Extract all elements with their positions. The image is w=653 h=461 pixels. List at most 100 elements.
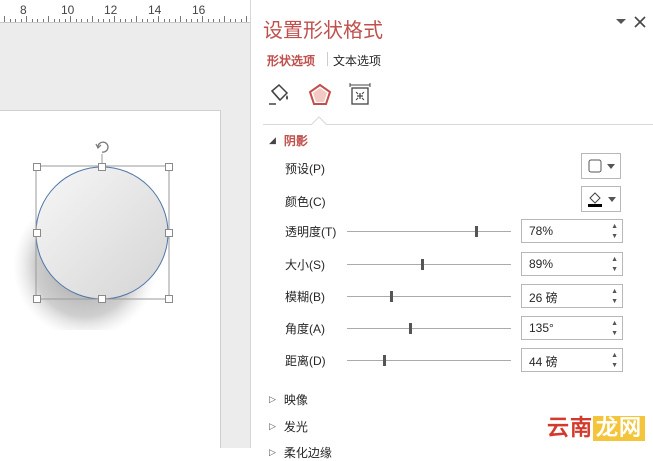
watermark-logo: 云南 龙网 xyxy=(547,410,645,442)
ruler-tick xyxy=(26,16,27,22)
ruler-number: 16 xyxy=(192,3,206,17)
pane-options-icon[interactable] xyxy=(615,18,627,26)
format-shape-pane: 设置形状格式 形状选项 文本选项 ◢ 阴影 预设(P) 颜色(C) 透明度(T)… xyxy=(250,0,653,460)
section-reflection-header[interactable]: ▷ 映像 xyxy=(269,391,308,408)
tab-shape-options[interactable]: 形状选项 xyxy=(267,52,315,69)
ruler-tick xyxy=(37,19,38,22)
slider-track[interactable] xyxy=(347,291,511,302)
ruler-tick xyxy=(158,16,159,22)
spin-down-icon[interactable]: ▼ xyxy=(611,298,618,305)
ruler-tick xyxy=(218,19,220,22)
ruler-tick xyxy=(31,19,33,22)
ruler-tick xyxy=(97,19,99,22)
slider-thumb[interactable] xyxy=(390,291,393,302)
spinbox-value[interactable]: 135° xyxy=(529,321,554,335)
size-properties-icon[interactable] xyxy=(346,80,374,110)
ruler-tick xyxy=(147,19,148,22)
resize-handle[interactable] xyxy=(165,229,173,237)
section-glow-label: 发光 xyxy=(283,420,308,434)
tab-divider xyxy=(327,52,328,66)
ruler-tick xyxy=(136,16,137,22)
slider-track[interactable] xyxy=(347,323,511,334)
spin-up-icon[interactable]: ▲ xyxy=(611,256,618,263)
slider-label: 模糊(B) xyxy=(285,290,325,304)
ruler-tick xyxy=(53,19,55,22)
section-soft-edges-label: 柔化边缘 xyxy=(283,446,332,460)
spin-up-icon[interactable]: ▲ xyxy=(611,223,618,230)
resize-handle[interactable] xyxy=(165,163,173,171)
watermark-text-2: 龙网 xyxy=(592,416,645,441)
spin-up-icon[interactable]: ▲ xyxy=(611,320,618,327)
spin-up-icon[interactable]: ▲ xyxy=(611,352,618,359)
spin-down-icon[interactable]: ▼ xyxy=(611,330,618,337)
ruler-tick xyxy=(169,19,170,22)
slider-label: 大小(S) xyxy=(285,258,325,272)
chevron-down-icon xyxy=(608,196,616,202)
ruler-tick xyxy=(125,19,126,22)
shadow-preset-dropdown[interactable] xyxy=(581,153,621,179)
spinbox-value[interactable]: 26 磅 xyxy=(529,289,558,306)
slider-track[interactable] xyxy=(347,355,511,366)
spinbox-value[interactable]: 89% xyxy=(529,257,553,271)
slider-track[interactable] xyxy=(347,226,511,237)
spin-down-icon[interactable]: ▼ xyxy=(611,233,618,240)
ruler-tick xyxy=(196,19,198,22)
slider-thumb[interactable] xyxy=(421,259,424,270)
ruler-tick xyxy=(207,19,209,22)
ruler-tick xyxy=(59,19,60,22)
ruler-tick xyxy=(180,16,181,22)
section-glow-header[interactable]: ▷ 发光 xyxy=(269,418,308,435)
slider-thumb[interactable] xyxy=(409,323,412,334)
value-spinbox[interactable]: 78% ▲ ▼ xyxy=(521,219,623,243)
collapsed-triangle-icon: ▷ xyxy=(269,394,276,404)
value-spinbox[interactable]: 89% ▲ ▼ xyxy=(521,252,623,276)
resize-handle[interactable] xyxy=(33,163,41,171)
value-spinbox[interactable]: 26 磅 ▲ ▼ xyxy=(521,284,623,308)
ruler-tick xyxy=(246,16,247,22)
ruler-tick xyxy=(15,19,16,22)
value-spinbox[interactable]: 44 磅 ▲ ▼ xyxy=(521,348,623,372)
ruler-tick xyxy=(48,16,49,22)
section-reflection-label: 映像 xyxy=(283,393,308,407)
resize-handle[interactable] xyxy=(98,295,106,303)
ruler-tick xyxy=(229,19,231,22)
ruler-tick xyxy=(9,19,11,22)
circle-shape[interactable] xyxy=(35,166,169,300)
spinbox-value[interactable]: 78% xyxy=(529,224,553,238)
horizontal-ruler: 8 10 12 14 16 xyxy=(0,0,250,23)
resize-handle[interactable] xyxy=(98,163,106,171)
expanded-triangle-icon: ◢ xyxy=(269,135,276,145)
ruler-tick xyxy=(20,19,22,22)
chevron-down-icon xyxy=(607,163,615,169)
spin-up-icon[interactable]: ▲ xyxy=(611,288,618,295)
resize-handle[interactable] xyxy=(165,295,173,303)
slider-track[interactable] xyxy=(347,259,511,270)
paint-bucket-icon xyxy=(588,192,602,207)
ruler-tick xyxy=(213,19,214,22)
slider-label: 距离(D) xyxy=(285,354,326,368)
shadow-color-dropdown[interactable] xyxy=(581,186,621,212)
ruler-tick xyxy=(64,19,66,22)
ruler-tick xyxy=(152,19,154,22)
resize-handle[interactable] xyxy=(33,295,41,303)
spin-down-icon[interactable]: ▼ xyxy=(611,266,618,273)
ruler-tick xyxy=(185,19,187,22)
ruler-tick xyxy=(75,19,77,22)
ruler-tick xyxy=(202,16,203,22)
ruler-tick xyxy=(86,19,88,22)
value-spinbox[interactable]: 135° ▲ ▼ xyxy=(521,316,623,340)
slider-thumb[interactable] xyxy=(475,226,478,237)
close-icon[interactable] xyxy=(634,16,646,28)
resize-handle[interactable] xyxy=(33,229,41,237)
fill-line-icon[interactable] xyxy=(265,80,293,110)
tab-text-options[interactable]: 文本选项 xyxy=(333,52,381,69)
effects-icon[interactable] xyxy=(306,80,334,110)
collapsed-triangle-icon: ▷ xyxy=(269,447,276,457)
ruler-tick xyxy=(42,19,44,22)
section-shadow-header[interactable]: ◢ 阴影 xyxy=(269,132,308,149)
spinbox-value[interactable]: 44 磅 xyxy=(529,353,558,370)
preset-box-icon xyxy=(588,159,602,173)
section-soft-edges-header[interactable]: ▷ 柔化边缘 xyxy=(269,444,332,461)
spin-down-icon[interactable]: ▼ xyxy=(611,362,618,369)
slider-thumb[interactable] xyxy=(383,355,386,366)
